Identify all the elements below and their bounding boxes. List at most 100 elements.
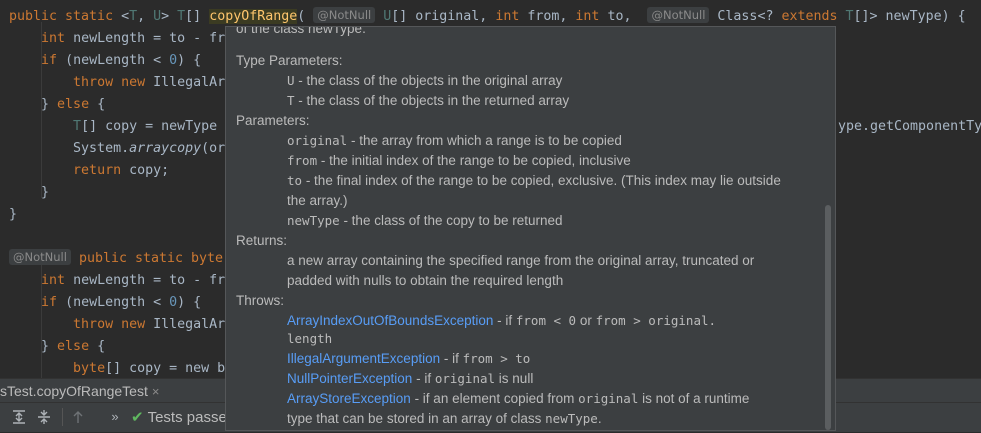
code-line[interactable]: int newLength = to - fr xyxy=(9,28,225,50)
code-token: newLength = to - fr xyxy=(73,31,226,46)
code-token: } xyxy=(9,97,58,112)
code-line[interactable]: T[] copy = newType xyxy=(9,116,217,138)
more-actions-icon[interactable]: » xyxy=(106,408,124,426)
code-token: byte xyxy=(73,361,106,376)
code-token: Class<? xyxy=(709,9,782,24)
code-line-tail: ype.getComponentTyp xyxy=(838,119,981,134)
code-token: System. xyxy=(9,141,130,156)
code-line[interactable]: int newLength = to - fr xyxy=(9,270,225,292)
throws-text: newType xyxy=(545,411,598,426)
exception-link[interactable]: NullPointerException xyxy=(287,371,412,386)
code-token: } xyxy=(9,339,58,354)
up-arrow-icon[interactable] xyxy=(69,408,87,426)
throws-text: - if an element copied from xyxy=(410,391,579,406)
code-line[interactable]: if (newLength < 0) { xyxy=(9,292,201,314)
code-token: (newLength < xyxy=(65,53,170,68)
code-token: int xyxy=(41,31,74,46)
code-token: if xyxy=(41,295,66,310)
code-line[interactable]: public static <T, U> T[] copyOfRange( @N… xyxy=(9,6,966,28)
throws-text: - if xyxy=(493,313,516,328)
throws-text: - if xyxy=(412,371,435,386)
returns-line: padded with nulls to obtain the required… xyxy=(287,273,564,288)
parameter-name: newType xyxy=(287,213,340,228)
exception-link[interactable]: ArrayIndexOutOfBoundsException xyxy=(287,313,493,328)
code-token: 0 xyxy=(169,53,178,68)
throws-text: type that can be stored in an array of c… xyxy=(287,411,546,426)
code-token: newLength = to - fr xyxy=(73,273,226,288)
code-token: T xyxy=(177,9,186,24)
test-status: ✔ Tests passe xyxy=(131,403,227,432)
type-parameter-item: T - the class of the objects in the retu… xyxy=(287,91,569,111)
code-token: } xyxy=(9,207,18,222)
parameter-name: from xyxy=(287,153,318,168)
throws-item: type that can be stored in an array of c… xyxy=(287,409,602,429)
throws-text: from > original. xyxy=(595,313,717,328)
code-token: int xyxy=(495,9,528,24)
throws-text: - if xyxy=(440,351,463,366)
annotation-hint: @NotNull xyxy=(647,7,710,23)
code-token: { xyxy=(97,339,106,354)
code-token: []> newType) { xyxy=(853,9,966,24)
code-token: ) { xyxy=(177,295,202,310)
returns-heading: Returns: xyxy=(236,233,288,248)
doc-scrollbar[interactable] xyxy=(825,205,831,430)
toolbar-separator xyxy=(62,408,63,426)
code-token: extends xyxy=(781,9,846,24)
code-token: public static byte xyxy=(78,251,224,266)
close-icon[interactable]: × xyxy=(152,384,160,399)
code-token: (newLength < xyxy=(65,295,170,310)
code-line[interactable]: } xyxy=(9,204,17,226)
code-token: (or xyxy=(201,141,226,156)
returns-text: a new array containing the specified ran… xyxy=(287,251,754,271)
check-icon: ✔ xyxy=(131,409,144,426)
returns-text: padded with nulls to obtain the required… xyxy=(287,271,563,291)
code-line[interactable]: throw new IllegalAr xyxy=(9,314,225,336)
exception-link[interactable]: ArrayStoreException xyxy=(287,391,411,406)
code-line[interactable]: if (newLength < 0) { xyxy=(9,50,201,72)
code-line[interactable]: } xyxy=(9,182,49,204)
code-line[interactable]: } else { xyxy=(9,94,105,116)
code-token: T xyxy=(73,119,82,134)
code-token: public static xyxy=(9,9,122,24)
code-line[interactable]: } else { xyxy=(9,336,105,358)
code-token: to, xyxy=(607,9,648,24)
code-token: IllegalAr xyxy=(153,317,226,332)
type-parameters-heading: Type Parameters: xyxy=(236,53,343,68)
throws-text: or xyxy=(576,313,596,328)
exception-link[interactable]: IllegalArgumentException xyxy=(287,351,440,366)
code-token: T xyxy=(845,9,854,24)
documentation-popup[interactable]: of the class newType. Type Parameters: P… xyxy=(225,26,836,431)
collapse-all-icon[interactable] xyxy=(35,408,53,426)
expand-all-icon[interactable] xyxy=(10,408,28,426)
throws-item: ArrayStoreException - if an element copi… xyxy=(287,389,749,409)
code-line[interactable]: byte[] copy = new b xyxy=(9,358,225,378)
code-line[interactable]: return copy; xyxy=(9,160,169,182)
parameter-item: newType - the class of the copy to be re… xyxy=(287,211,563,231)
parameter-desc: - the final index of the range to be cop… xyxy=(302,173,781,188)
run-tab[interactable]: sTest.copyOfRangeTest × xyxy=(0,379,163,403)
throws-text: . xyxy=(597,411,602,426)
code-token: from, xyxy=(527,9,576,24)
throws-text: is null xyxy=(495,371,534,386)
throws-text: from > to xyxy=(462,351,531,366)
throws-heading: Throws: xyxy=(236,293,285,308)
parameter-item: to - the final index of the range to be … xyxy=(287,171,781,191)
code-line[interactable]: @NotNull public static byte xyxy=(9,248,223,270)
type-parameter-desc: - the class of the objects in the return… xyxy=(294,93,570,108)
code-token: throw new xyxy=(73,75,154,90)
parameter-desc: - the initial index of the range to be c… xyxy=(317,153,631,168)
parameter-name: to xyxy=(287,173,303,188)
parameter-item: original - the array from which a range … xyxy=(287,131,622,151)
parameter-name: original xyxy=(287,133,348,148)
parameters-heading: Parameters: xyxy=(236,113,310,128)
code-line[interactable]: throw new IllegalAr xyxy=(9,72,225,94)
code-line[interactable]: System.arraycopy(or xyxy=(9,138,225,160)
type-parameter-item: U - the class of the objects in the orig… xyxy=(287,71,562,91)
